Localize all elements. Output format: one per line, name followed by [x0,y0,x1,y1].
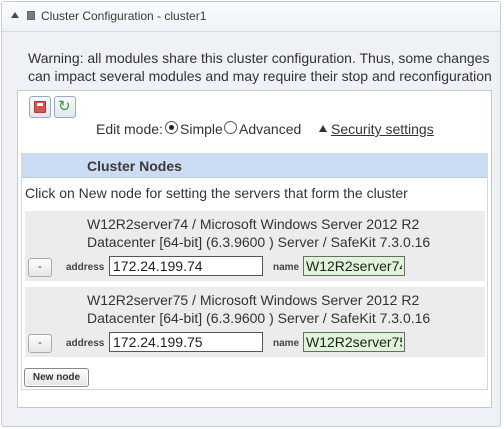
cluster-nodes-section: Cluster Nodes Click on New node for sett… [21,153,488,390]
warning-triangle-icon [319,125,327,132]
name-label: name [273,338,300,349]
floppy-disk-icon [34,101,46,113]
panel-title: Cluster Configuration - cluster1 [41,9,207,23]
name-input[interactable] [303,256,405,276]
address-input[interactable] [109,332,263,352]
name-input[interactable] [303,332,405,352]
remove-node-button[interactable]: - [28,334,52,353]
address-label: address [66,262,105,273]
edit-mode-label: Edit mode: [96,121,163,137]
panel-header[interactable]: Cluster Configuration - cluster1 [2,2,500,32]
cluster-node-row: W12R2server75 / Microsoft Windows Server… [25,287,485,357]
simple-mode-label[interactable]: Simple [180,121,223,137]
warning-message: Warning: all modules share this cluster … [28,50,492,84]
new-node-button[interactable]: New node [24,368,89,387]
remove-node-button[interactable]: - [28,258,52,277]
cluster-nodes-title: Cluster Nodes [87,158,182,174]
node-description: W12R2server74 / Microsoft Windows Server… [87,216,431,250]
name-label: name [273,262,300,273]
cluster-node-row: W12R2server74 / Microsoft Windows Server… [25,211,485,281]
refresh-arrows-icon: ↻ [58,98,71,115]
cluster-nodes-instruction: Click on New node for setting the server… [25,185,408,201]
collapse-triangle-icon[interactable] [11,12,19,18]
cluster-nodes-header: Cluster Nodes [22,154,487,178]
cluster-config-icon [27,11,35,20]
address-label: address [66,338,105,349]
address-input[interactable] [109,256,263,276]
node-description: W12R2server75 / Microsoft Windows Server… [87,292,431,326]
refresh-button[interactable]: ↻ [54,96,76,118]
configuration-editor: ↻ Edit mode: Simple Advanced Security se… [17,90,492,408]
simple-mode-radio[interactable] [165,121,178,134]
cluster-configuration-panel: Cluster Configuration - cluster1 Warning… [1,1,501,427]
security-settings-link[interactable]: Security settings [331,121,434,137]
advanced-mode-label[interactable]: Advanced [239,121,301,137]
advanced-mode-radio[interactable] [224,121,237,134]
save-button[interactable] [29,96,51,118]
